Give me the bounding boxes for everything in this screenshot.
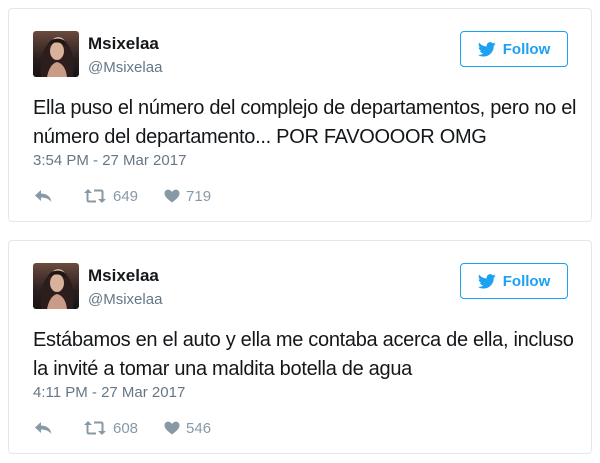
heart-icon	[164, 189, 180, 203]
retweet-count: 649	[113, 187, 139, 205]
follow-label: Follow	[502, 40, 551, 58]
display-name[interactable]: Msixelaa	[88, 266, 159, 286]
like-button[interactable]: 719	[164, 188, 211, 205]
tweet-card: Msixelaa @Msixelaa Follow Ella puso el n…	[8, 8, 592, 222]
avatar[interactable]	[33, 263, 79, 309]
reply-button[interactable]	[33, 421, 53, 435]
reply-icon	[35, 190, 52, 202]
timestamp[interactable]: 4:11 PM - 27 Mar 2017	[33, 384, 185, 401]
retweet-icon	[84, 421, 106, 435]
retweet-count: 608	[113, 419, 139, 437]
reply-button[interactable]	[33, 189, 53, 203]
twitter-bird-icon	[477, 41, 496, 57]
follow-button[interactable]: Follow	[460, 31, 568, 67]
retweet-button[interactable]: 649	[83, 188, 138, 205]
retweet-button[interactable]: 608	[83, 420, 138, 437]
like-count: 546	[186, 419, 212, 437]
user-handle[interactable]: @Msixelaa	[88, 59, 162, 76]
follow-button[interactable]: Follow	[460, 263, 568, 299]
twitter-bird-icon	[477, 273, 496, 289]
tweet-text: Ella puso el número del complejo de depa…	[33, 97, 577, 148]
user-handle[interactable]: @Msixelaa	[88, 291, 162, 308]
tweet-actions: 608 546	[33, 417, 211, 439]
retweet-icon	[84, 189, 106, 203]
like-button[interactable]: 546	[164, 420, 211, 437]
display-name[interactable]: Msixelaa	[88, 34, 159, 54]
avatar[interactable]	[33, 31, 79, 77]
timestamp[interactable]: 3:54 PM - 27 Mar 2017	[33, 152, 186, 169]
follow-label: Follow	[502, 272, 551, 290]
heart-icon	[164, 421, 180, 435]
reply-icon	[35, 422, 52, 434]
like-count: 719	[186, 187, 212, 205]
tweet-text: Estábamos en el auto y ella me contaba a…	[33, 329, 574, 380]
tweet-actions: 649 719	[33, 185, 211, 207]
tweet-card: Msixelaa @Msixelaa Follow Estábamos en e…	[8, 240, 592, 454]
